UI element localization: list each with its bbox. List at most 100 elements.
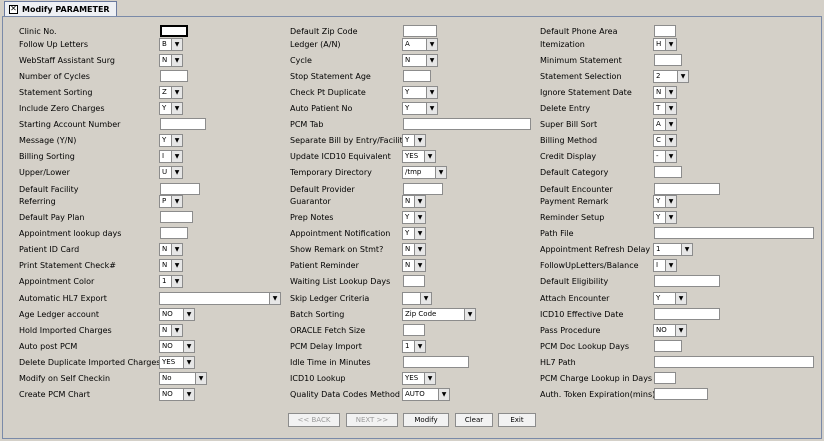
chevron-down-icon[interactable]: ▼ [665, 260, 676, 271]
chevron-down-icon[interactable]: ▼ [464, 309, 475, 320]
chevron-down-icon[interactable]: ▼ [171, 151, 182, 162]
follow-up-letters-select[interactable]: B ▼ [159, 38, 183, 51]
create-pcm-chart-select[interactable]: NO ▼ [159, 388, 195, 401]
chevron-down-icon[interactable]: ▼ [414, 196, 425, 207]
chevron-down-icon[interactable]: ▼ [438, 389, 449, 400]
appointment-notification-select[interactable]: Y ▼ [402, 227, 426, 240]
minimum-statement-input[interactable] [654, 54, 682, 66]
statement-sorting-select[interactable]: Z ▼ [159, 86, 183, 99]
print-statement-check-select[interactable]: N ▼ [159, 259, 183, 272]
age-ledger-account-select[interactable]: NO ▼ [159, 308, 195, 321]
default-encounter-input[interactable] [654, 183, 720, 195]
show-remark-on-stmt-select[interactable]: N ▼ [402, 243, 426, 256]
chevron-down-icon[interactable]: ▼ [665, 212, 676, 223]
idle-time-in-minutes-input[interactable] [403, 356, 469, 368]
default-provider-input[interactable] [403, 183, 443, 195]
chevron-down-icon[interactable]: ▼ [420, 293, 431, 304]
number-of-cycles-input[interactable] [160, 70, 188, 82]
starting-account-number-input[interactable] [160, 118, 206, 130]
auto-patient-no-select[interactable]: Y ▼ [402, 102, 438, 115]
followup-letters-balance-select[interactable]: I ▼ [653, 259, 677, 272]
guarantor-select[interactable]: N ▼ [402, 195, 426, 208]
tab-modify-parameter[interactable]: ✕ Modify PARAMETER [4, 1, 117, 16]
webstaff-assistant-surg-select[interactable]: N ▼ [159, 54, 183, 67]
pcm-doc-lookup-days-input[interactable] [654, 340, 682, 352]
chevron-down-icon[interactable]: ▼ [183, 389, 194, 400]
chevron-down-icon[interactable]: ▼ [426, 39, 437, 50]
chevron-down-icon[interactable]: ▼ [171, 196, 182, 207]
chevron-down-icon[interactable]: ▼ [665, 135, 676, 146]
pass-procedure-select[interactable]: NO ▼ [653, 324, 687, 337]
chevron-down-icon[interactable]: ▼ [677, 71, 688, 82]
update-icd10-select[interactable]: YES ▼ [402, 150, 436, 163]
default-eligibility-input[interactable] [654, 275, 720, 287]
referring-select[interactable]: P ▼ [159, 195, 183, 208]
message-yn-select[interactable]: Y ▼ [159, 134, 183, 147]
stop-statement-age-input[interactable] [403, 70, 431, 82]
skip-ledger-criteria-select[interactable]: ▼ [402, 292, 432, 305]
chevron-down-icon[interactable]: ▼ [183, 341, 194, 352]
reminder-setup-select[interactable]: Y ▼ [653, 211, 677, 224]
chevron-down-icon[interactable]: ▼ [675, 325, 686, 336]
chevron-down-icon[interactable]: ▼ [171, 167, 182, 178]
super-bill-sort-select[interactable]: A ▼ [653, 118, 677, 131]
patient-reminder-select[interactable]: N ▼ [402, 259, 426, 272]
chevron-down-icon[interactable]: ▼ [665, 87, 676, 98]
chevron-down-icon[interactable]: ▼ [426, 55, 437, 66]
chevron-down-icon[interactable]: ▼ [414, 228, 425, 239]
auth-token-expiration-input[interactable] [654, 388, 708, 400]
path-file-input[interactable] [654, 227, 814, 239]
chevron-down-icon[interactable]: ▼ [414, 341, 425, 352]
modify-button[interactable]: Modify [403, 413, 449, 427]
include-zero-charges-select[interactable]: Y ▼ [159, 102, 183, 115]
chevron-down-icon[interactable]: ▼ [183, 309, 194, 320]
chevron-down-icon[interactable]: ▼ [665, 151, 676, 162]
next-button[interactable]: NEXT >> [346, 413, 398, 427]
chevron-down-icon[interactable]: ▼ [424, 151, 435, 162]
appointment-refresh-delay-select[interactable]: 1 ▼ [653, 243, 693, 256]
auto-post-pcm-select[interactable]: NO ▼ [159, 340, 195, 353]
patient-id-card-select[interactable]: N ▼ [159, 243, 183, 256]
upper-lower-select[interactable]: U ▼ [159, 166, 183, 179]
batch-sorting-select[interactable]: Zip Code ▼ [402, 308, 476, 321]
statement-selection-select[interactable]: 2 ▼ [653, 70, 689, 83]
icd10-lookup-select[interactable]: YES ▼ [402, 372, 436, 385]
quality-data-codes-method-select[interactable]: AUTO ▼ [402, 388, 450, 401]
chevron-down-icon[interactable]: ▼ [414, 244, 425, 255]
chevron-down-icon[interactable]: ▼ [171, 260, 182, 271]
default-pay-plan-input[interactable] [160, 211, 193, 223]
pcm-charge-lookup-in-days-input[interactable] [654, 372, 676, 384]
default-facility-input[interactable] [160, 183, 200, 195]
chevron-down-icon[interactable]: ▼ [269, 293, 280, 304]
billing-sorting-select[interactable]: I ▼ [159, 150, 183, 163]
hl7-path-input[interactable] [654, 356, 814, 368]
pcm-delay-import-select[interactable]: 1 ▼ [402, 340, 426, 353]
ignore-statement-date-select[interactable]: N ▼ [653, 86, 677, 99]
pcm-tab-input[interactable] [403, 118, 531, 130]
chevron-down-icon[interactable]: ▼ [665, 119, 676, 130]
chevron-down-icon[interactable]: ▼ [435, 167, 446, 178]
automatic-hl7-export-select[interactable]: ▼ [159, 292, 281, 305]
chevron-down-icon[interactable]: ▼ [195, 373, 206, 384]
prep-notes-select[interactable]: Y ▼ [402, 211, 426, 224]
temporary-directory-select[interactable]: /tmp ▼ [402, 166, 447, 179]
close-icon[interactable]: ✕ [9, 4, 18, 14]
credit-display-select[interactable]: - ▼ [653, 150, 677, 163]
chevron-down-icon[interactable]: ▼ [665, 103, 676, 114]
chevron-down-icon[interactable]: ▼ [424, 373, 435, 384]
chevron-down-icon[interactable]: ▼ [414, 135, 425, 146]
chevron-down-icon[interactable]: ▼ [665, 39, 676, 50]
modify-on-self-checkin-select[interactable]: No ▼ [159, 372, 207, 385]
delete-duplicate-imported-charges-select[interactable]: YES ▼ [159, 356, 195, 369]
chevron-down-icon[interactable]: ▼ [171, 103, 182, 114]
chevron-down-icon[interactable]: ▼ [183, 357, 194, 368]
cycle-select[interactable]: N ▼ [402, 54, 438, 67]
chevron-down-icon[interactable]: ▼ [171, 135, 182, 146]
attach-encounter-select[interactable]: Y ▼ [653, 292, 687, 305]
chevron-down-icon[interactable]: ▼ [426, 103, 437, 114]
oracle-fetch-size-input[interactable] [403, 324, 425, 336]
chevron-down-icon[interactable]: ▼ [171, 87, 182, 98]
separate-bill-select[interactable]: Y ▼ [402, 134, 426, 147]
chevron-down-icon[interactable]: ▼ [414, 212, 425, 223]
itemization-select[interactable]: H ▼ [653, 38, 677, 51]
